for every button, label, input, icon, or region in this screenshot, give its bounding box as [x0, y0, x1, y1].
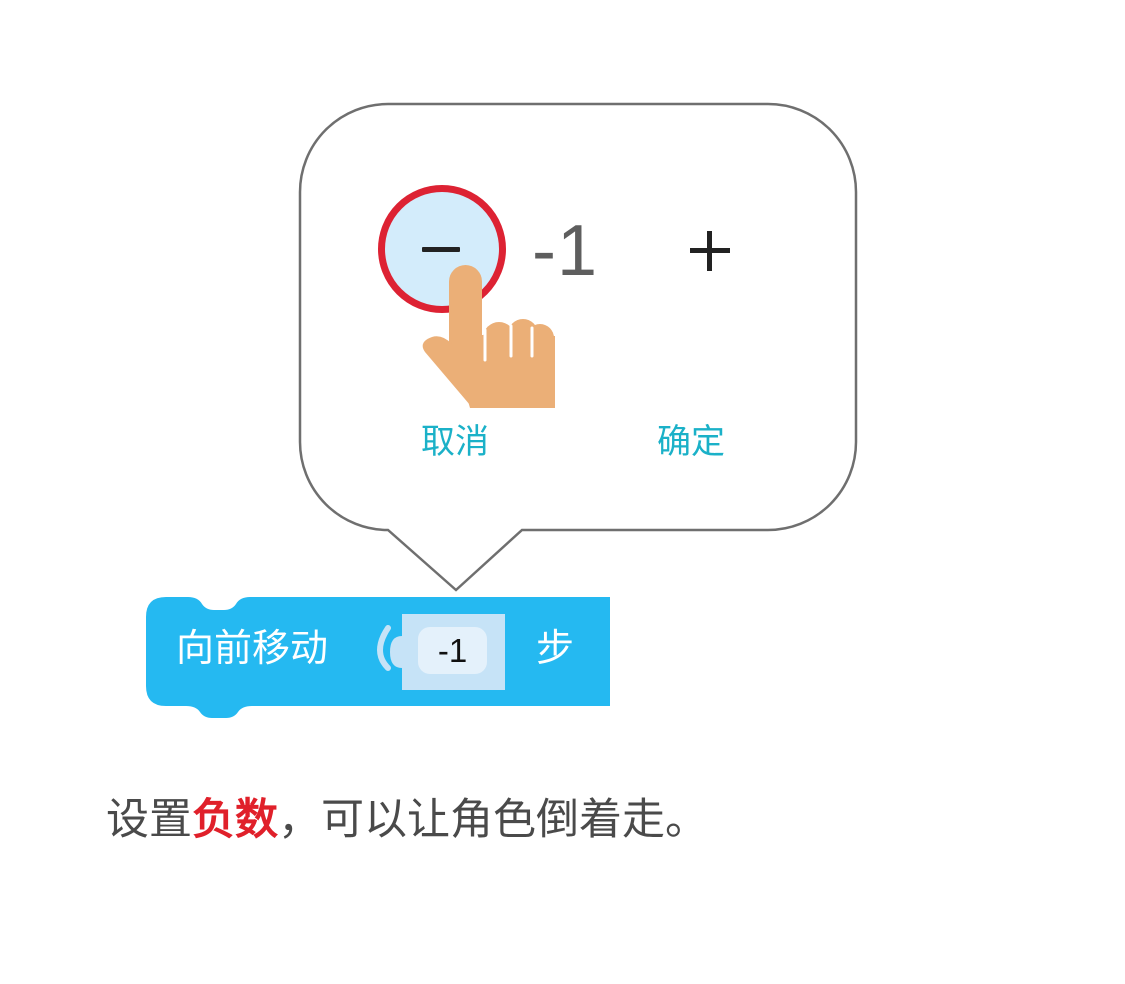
caption-suffix: ，可以让角色倒着走。: [278, 795, 708, 845]
caption-highlight: 负数: [192, 795, 278, 845]
block-label: 向前移动: [176, 626, 329, 670]
block-unit-label: 步: [536, 626, 575, 670]
caption-prefix: 设置: [106, 795, 192, 845]
caption-text: 设置负数，可以让角色倒着走。: [106, 790, 708, 850]
steps-input[interactable]: -1: [418, 627, 487, 674]
